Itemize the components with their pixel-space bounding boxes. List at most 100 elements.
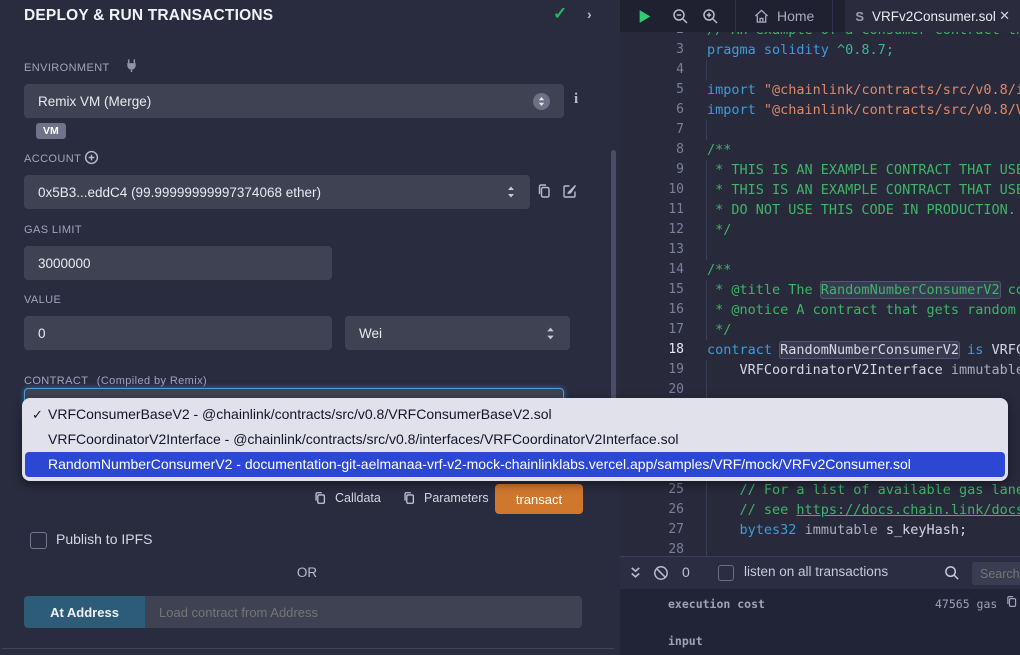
- code-line: 10 * THIS IS AN EXAMPLE CONTRACT THAT US…: [620, 180, 1020, 200]
- publish-ipfs-checkbox[interactable]: [30, 532, 47, 549]
- tab-vrfv2consumer[interactable]: S VRFv2Consumer.sol ✕: [845, 0, 1020, 32]
- line-number: 16: [620, 300, 684, 320]
- line-number: 20: [620, 380, 684, 400]
- code-line: 8/**: [620, 140, 1020, 160]
- editor-tabbar: Home S VRFv2Consumer.sol ✕: [620, 0, 1020, 32]
- code-line: 27 bytes32 immutable s_keyHash;: [620, 520, 1020, 540]
- contract-option[interactable]: ✓VRFConsumerBaseV2 - @chainlink/contract…: [22, 402, 1008, 427]
- terminal-expand-chevrons-icon[interactable]: [628, 565, 643, 581]
- line-number: 14: [620, 260, 684, 280]
- line-number: 8: [620, 140, 684, 160]
- gas-limit-label: GAS LIMIT: [24, 224, 82, 236]
- code-line: 7: [620, 120, 1020, 140]
- line-number: 3: [620, 40, 684, 60]
- terminal-row-label: execution cost: [668, 589, 935, 611]
- line-number: 6: [620, 100, 684, 120]
- terminal-row: execution cost47565 gas: [620, 589, 1020, 626]
- deploy-run-panel: DEPLOY & RUN TRANSACTIONS ✓ › ENVIRONMEN…: [0, 0, 620, 655]
- code-line: 6import "@chainlink/contracts/src/v0.8/V…: [620, 100, 1020, 120]
- panel-title: DEPLOY & RUN TRANSACTIONS: [24, 7, 273, 25]
- parameters-button[interactable]: Parameters: [424, 491, 489, 505]
- contract-sublabel: (Compiled by Remix): [97, 375, 207, 387]
- at-address-input[interactable]: [145, 596, 582, 628]
- code-line: 25 // For a list of available gas lanes …: [620, 480, 1020, 500]
- account-select[interactable]: 0x5B3...eddC4 (99.99999999997374068 ethe…: [24, 175, 530, 209]
- listen-count: 0: [682, 564, 690, 580]
- line-number: 7: [620, 120, 684, 140]
- contract-dropdown: ✓VRFConsumerBaseV2 - @chainlink/contract…: [22, 398, 1008, 481]
- environment-label: ENVIRONMENT: [24, 62, 110, 74]
- line-number: 11: [620, 200, 684, 220]
- line-number: 17: [620, 320, 684, 340]
- publish-ipfs-label: Publish to IPFS: [56, 531, 153, 547]
- code-line: 5import "@chainlink/contracts/src/v0.8/i…: [620, 80, 1020, 100]
- environment-value: Remix VM (Merge): [38, 94, 151, 109]
- line-number: 5: [620, 80, 684, 100]
- code-line: 9 * THIS IS AN EXAMPLE CONTRACT THAT USE…: [620, 160, 1020, 180]
- value-unit-select[interactable]: Wei: [345, 316, 570, 350]
- contract-option[interactable]: VRFCoordinatorV2Interface - @chainlink/c…: [22, 427, 1008, 452]
- run-script-play-icon[interactable]: [638, 9, 652, 24]
- value-label: VALUE: [24, 294, 61, 306]
- terminal-search-input[interactable]: [972, 562, 1020, 585]
- code-line: 2// An example of a consumer contract th…: [620, 32, 1020, 40]
- code-line: 15 * @title The RandomNumberConsumerV2 c…: [620, 280, 1020, 300]
- line-number: 18: [620, 340, 684, 360]
- compile-success-check-icon: ✓: [553, 4, 567, 24]
- tab-home[interactable]: Home: [735, 0, 833, 32]
- code-line: 16 * @notice A contract that gets random…: [620, 300, 1020, 320]
- contract-label: CONTRACT: [24, 375, 88, 387]
- copy-account-icon[interactable]: [536, 183, 552, 199]
- zoom-out-icon[interactable]: [672, 8, 689, 25]
- value-unit-caret-icon: [545, 326, 556, 341]
- solidity-file-icon: S: [855, 9, 864, 24]
- environment-caret-icon: [533, 93, 550, 110]
- code-line: 4: [620, 60, 1020, 80]
- line-number: 13: [620, 240, 684, 260]
- tab-close-icon[interactable]: ✕: [999, 8, 1010, 24]
- code-line: 12 */: [620, 220, 1020, 240]
- edit-account-icon[interactable]: [562, 183, 578, 199]
- environment-select[interactable]: Remix VM (Merge): [24, 84, 564, 118]
- terminal-row-value: 0xa21...a23e4: [668, 648, 758, 655]
- listen-all-checkbox[interactable]: [718, 565, 734, 581]
- code-line: 3pragma solidity ^0.8.7;: [620, 40, 1020, 60]
- line-number: 4: [620, 60, 684, 80]
- line-number: 12: [620, 220, 684, 240]
- copy-value-icon[interactable]: [1005, 597, 1018, 611]
- contract-option[interactable]: RandomNumberConsumerV2 - documentation-g…: [25, 452, 1005, 477]
- transact-button[interactable]: transact: [495, 484, 583, 514]
- code-line: 11 * DO NOT USE THIS CODE IN PRODUCTION.: [620, 200, 1020, 220]
- copy-parameters-icon[interactable]: [402, 491, 416, 505]
- calldata-button[interactable]: Calldata: [335, 491, 381, 505]
- selected-check-icon: ✓: [32, 402, 43, 427]
- line-number: 15: [620, 280, 684, 300]
- terminal-search-icon[interactable]: [944, 565, 960, 581]
- code-line: 18contract RandomNumberConsumerV2 is VRF…: [620, 340, 1020, 360]
- line-number: 28: [620, 540, 684, 556]
- listen-all-label: listen on all transactions: [744, 564, 888, 579]
- account-caret-icon: [506, 185, 516, 199]
- or-separator: OR: [0, 565, 614, 580]
- copy-calldata-icon[interactable]: [313, 491, 327, 505]
- environment-info-icon[interactable]: i: [574, 91, 578, 108]
- value-input[interactable]: [24, 316, 332, 350]
- account-value: 0x5B3...eddC4 (99.99999999997374068 ethe…: [38, 185, 321, 200]
- line-number: 27: [620, 520, 684, 540]
- tab-home-label: Home: [777, 8, 814, 24]
- line-number: 2: [620, 32, 684, 40]
- panel-scrollbar[interactable]: [611, 150, 616, 430]
- gas-limit-input[interactable]: [24, 246, 332, 280]
- panel-bottom-divider: [2, 648, 614, 649]
- panel-collapse-chevron-icon[interactable]: ›: [587, 6, 592, 22]
- zoom-in-icon[interactable]: [702, 8, 719, 25]
- at-address-button[interactable]: At Address: [24, 596, 145, 628]
- code-line: 20: [620, 380, 1020, 400]
- terminal-row: input0xa21...a23e4: [620, 626, 1020, 655]
- terminal-row-label: input: [668, 626, 935, 648]
- code-line: 17 */: [620, 320, 1020, 340]
- remix-ide-window: DEPLOY & RUN TRANSACTIONS ✓ › ENVIRONMEN…: [0, 0, 1020, 655]
- code-line: 26 // see https://docs.chain.link/docs/v…: [620, 500, 1020, 520]
- add-account-icon[interactable]: [84, 150, 99, 165]
- clear-console-ban-icon[interactable]: [653, 565, 669, 581]
